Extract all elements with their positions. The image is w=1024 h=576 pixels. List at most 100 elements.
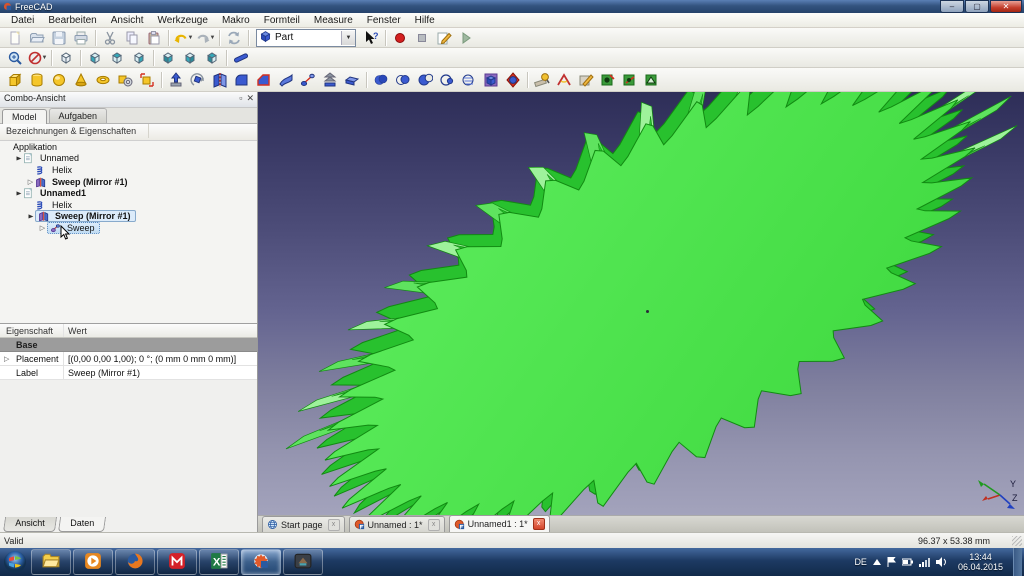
battery-icon[interactable] xyxy=(901,558,913,566)
workbench-dropdown-arrow[interactable]: ▼ xyxy=(341,30,355,45)
float-panel-icon[interactable]: ▫ xyxy=(239,93,242,104)
menu-werkzeuge[interactable]: Werkzeuge xyxy=(151,14,215,27)
language-indicator[interactable]: DE xyxy=(854,557,867,567)
tab-daten[interactable]: Daten xyxy=(57,517,106,532)
box-button[interactable] xyxy=(4,70,26,90)
document-tab-1[interactable]: Unnamed : 1* x xyxy=(348,516,445,532)
tree-item-helix[interactable]: Helix xyxy=(0,199,257,211)
taskbar-app-media-player[interactable] xyxy=(73,549,113,575)
revolve-button[interactable] xyxy=(187,70,209,90)
measure-toggle-3d-button[interactable] xyxy=(619,70,641,90)
measure-distance-button[interactable] xyxy=(230,48,252,68)
tree-item-helix[interactable]: Helix xyxy=(0,164,257,176)
view-rear-button[interactable] xyxy=(157,48,179,68)
cut-button[interactable] xyxy=(99,28,121,48)
cone-button[interactable] xyxy=(70,70,92,90)
taskbar-clock[interactable]: 13:44 06.04.2015 xyxy=(958,552,1003,572)
save-file-button[interactable] xyxy=(48,28,70,48)
compound-button[interactable] xyxy=(480,70,502,90)
tree-item-unnamed1[interactable]: ▲ Unnamed1 xyxy=(0,187,257,199)
start-button[interactable] xyxy=(0,549,30,575)
paste-button[interactable] xyxy=(143,28,165,48)
measure-toggle-delta-button[interactable] xyxy=(641,70,663,90)
close-button[interactable]: ✕ xyxy=(990,0,1022,13)
mirror-button[interactable] xyxy=(209,70,231,90)
action-center-icon[interactable] xyxy=(887,557,896,567)
measure-clear-button[interactable] xyxy=(575,70,597,90)
view-top-button[interactable] xyxy=(106,48,128,68)
expander-open-icon[interactable]: ▲ xyxy=(26,212,34,221)
close-tab-icon[interactable]: x xyxy=(327,518,340,531)
boolean-common-button[interactable] xyxy=(392,70,414,90)
taskbar-app-cad-tool[interactable] xyxy=(283,549,323,575)
copy-button[interactable] xyxy=(121,28,143,48)
expander-open-icon[interactable]: ▲ xyxy=(14,189,22,198)
view-axonometric-button[interactable] xyxy=(55,48,77,68)
menu-hilfe[interactable]: Hilfe xyxy=(408,14,442,27)
expander-closed-icon[interactable]: ▷ xyxy=(26,178,35,186)
tree-item-sweep[interactable]: ▷ Sweep xyxy=(0,221,257,234)
close-panel-icon[interactable]: ✕ xyxy=(246,93,254,104)
redo-button[interactable]: ▼ xyxy=(194,28,216,48)
expander-open-icon[interactable]: ▲ xyxy=(14,154,22,163)
menu-fenster[interactable]: Fenster xyxy=(360,14,408,27)
torus-button[interactable] xyxy=(92,70,114,90)
fit-all-button[interactable] xyxy=(4,48,26,68)
workbench-selector[interactable]: Part ▼ xyxy=(256,28,356,47)
boolean-cut-button[interactable] xyxy=(414,70,436,90)
taskbar-app-explorer[interactable] xyxy=(31,549,71,575)
tab-aufgaben[interactable]: Aufgaben xyxy=(48,108,108,123)
menu-makro[interactable]: Makro xyxy=(215,14,257,27)
document-tab-0[interactable]: Start page x xyxy=(262,516,345,532)
sweep-tool-button[interactable] xyxy=(297,70,319,90)
extrude-button[interactable] xyxy=(165,70,187,90)
menu-datei[interactable]: Datei xyxy=(4,14,41,27)
refresh-button[interactable] xyxy=(223,28,245,48)
macro-record-button[interactable] xyxy=(389,28,411,48)
view-bottom-button[interactable] xyxy=(179,48,201,68)
volume-icon[interactable] xyxy=(935,557,948,567)
document-tab-2[interactable]: Unnamed1 : 1* x xyxy=(448,515,550,532)
taskbar-app-makerbot[interactable] xyxy=(157,549,197,575)
maximize-button[interactable]: ▢ xyxy=(965,0,989,13)
property-row-label[interactable]: Label Sweep (Mirror #1) xyxy=(0,366,257,380)
tab-model[interactable]: Model xyxy=(2,109,47,124)
title-bar[interactable]: FreeCAD – ▢ ✕ xyxy=(0,0,1024,13)
undo-button[interactable]: ▼ xyxy=(172,28,194,48)
expander-closed-icon[interactable]: ▷ xyxy=(38,224,47,232)
menu-formteil[interactable]: Formteil xyxy=(257,14,307,27)
shape-builder-button[interactable] xyxy=(136,70,158,90)
create-primitives-button[interactable] xyxy=(114,70,136,90)
boolean-op-button[interactable] xyxy=(502,70,524,90)
menu-bearbeiten[interactable]: Bearbeiten xyxy=(41,14,103,27)
property-value[interactable]: Sweep (Mirror #1) xyxy=(64,368,257,378)
boolean-section-button[interactable] xyxy=(436,70,458,90)
tree-item-sweep-mirror-1-[interactable]: ▷ Sweep (Mirror #1) xyxy=(0,176,257,188)
macro-edit-button[interactable] xyxy=(433,28,455,48)
property-row-base[interactable]: Base xyxy=(0,338,257,352)
network-icon[interactable] xyxy=(918,557,930,567)
tree-item-sweep-mirror-1-[interactable]: ▲ Sweep (Mirror #1) xyxy=(0,210,257,223)
combo-view-titlebar[interactable]: Combo-Ansicht ▫ ✕ xyxy=(0,92,257,108)
whats-this-button[interactable]: ? xyxy=(360,28,382,48)
measure-toggle-all-button[interactable] xyxy=(597,70,619,90)
boolean-union-button[interactable] xyxy=(370,70,392,90)
show-hidden-icons[interactable] xyxy=(872,559,881,565)
cross-sections-button[interactable] xyxy=(458,70,480,90)
menu-ansicht[interactable]: Ansicht xyxy=(104,14,151,27)
fillet-button[interactable] xyxy=(231,70,253,90)
view-front-button[interactable] xyxy=(84,48,106,68)
macro-play-button[interactable] xyxy=(455,28,477,48)
minimize-button[interactable]: – xyxy=(940,0,964,13)
tab-ansicht[interactable]: Ansicht xyxy=(2,517,57,532)
resize-grip[interactable] xyxy=(1012,536,1022,546)
cylinder-button[interactable] xyxy=(26,70,48,90)
loft-button[interactable] xyxy=(319,70,341,90)
taskbar-app-freecad[interactable] xyxy=(241,549,281,575)
property-row-placement[interactable]: ▷ Placement [(0,00 0,00 1,00); 0 °; (0 mm … xyxy=(0,352,257,366)
view-right-button[interactable] xyxy=(128,48,150,68)
measure-linear-button[interactable] xyxy=(531,70,553,90)
taskbar-app-excel[interactable]: X xyxy=(199,549,239,575)
taskbar-app-firefox[interactable] xyxy=(115,549,155,575)
3d-viewport[interactable]: Y Z xyxy=(258,92,1024,515)
